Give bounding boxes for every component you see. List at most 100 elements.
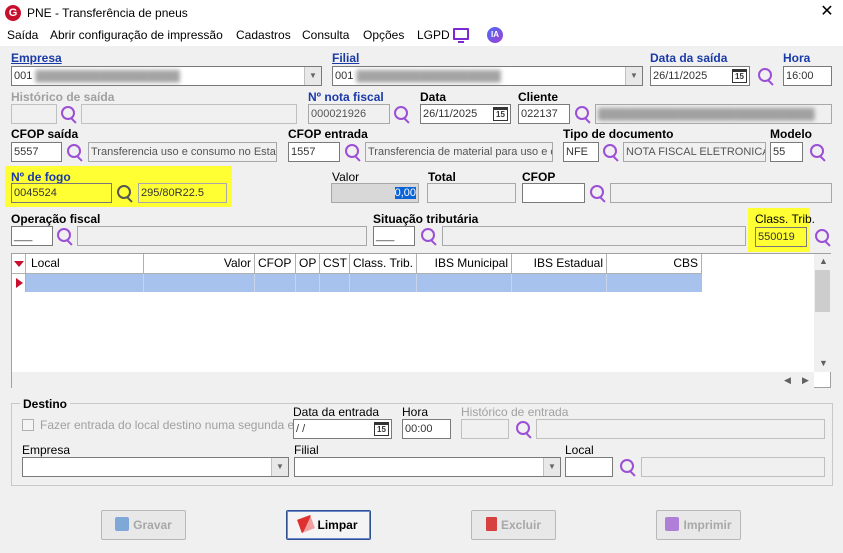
items-grid[interactable]: Local Valor CFOP OP CST Class. Trib. IBS…	[11, 253, 831, 388]
grid-cell[interactable]	[26, 274, 144, 292]
search-icon[interactable]	[602, 143, 620, 161]
grid-col-cfop[interactable]: CFOP	[255, 254, 296, 274]
segunda-etapa-checkbox[interactable]	[22, 419, 34, 431]
empresa-select[interactable]: 001 ▓▓▓▓▓▓▓▓▓▓▓▓▓▓▓▓▓▓ ▼	[11, 66, 322, 86]
cliente-code-field[interactable]: 022137	[518, 104, 570, 124]
grid-col-cbs[interactable]: CBS	[607, 254, 702, 274]
label-data-entrada: Data da entrada	[293, 405, 380, 419]
historico-saida-code[interactable]	[11, 104, 57, 124]
data-value: 26/11/2025	[423, 108, 478, 120]
nota-fiscal-field[interactable]: 000021926	[308, 104, 390, 124]
search-icon[interactable]	[344, 143, 362, 161]
data-entrada-field[interactable]: / / 15	[293, 419, 392, 439]
data-saida-field[interactable]: 26/11/2025 15	[650, 66, 750, 86]
grid-cell[interactable]	[144, 274, 255, 292]
limpar-button[interactable]: Limpar	[286, 510, 371, 540]
search-icon[interactable]	[515, 420, 533, 438]
grid-cell[interactable]	[320, 274, 350, 292]
menu-abrir-config-impressao[interactable]: Abrir configuração de impressão	[50, 28, 223, 42]
search-icon[interactable]	[66, 143, 84, 161]
valor-field[interactable]: 0,00	[331, 183, 419, 203]
class-trib-field[interactable]: 550019	[755, 227, 807, 247]
label-cfop-saida: CFOP saída	[11, 127, 79, 141]
search-icon[interactable]	[116, 184, 134, 202]
filial-select[interactable]: 001 ▓▓▓▓▓▓▓▓▓▓▓▓▓▓▓▓▓▓ ▼	[332, 66, 643, 86]
menu-saida[interactable]: Saída	[7, 28, 38, 42]
grid-cell[interactable]	[417, 274, 512, 292]
menu-cadastros[interactable]: Cadastros	[236, 28, 291, 42]
label-hora-entrada: Hora	[402, 405, 429, 419]
hora-field[interactable]: 16:00	[783, 66, 832, 86]
chevron-down-icon[interactable]: ▼	[271, 458, 288, 476]
search-icon[interactable]	[809, 143, 827, 161]
grid-col-ibs-estadual[interactable]: IBS Estadual	[512, 254, 607, 274]
data-field[interactable]: 26/11/2025 15	[420, 104, 511, 124]
situacao-tributaria-field[interactable]: ___	[373, 226, 415, 246]
scrollbar-thumb[interactable]	[815, 270, 830, 312]
grid-col-valor[interactable]: Valor	[144, 254, 255, 274]
grid-col-local[interactable]: Local	[26, 254, 144, 274]
menu-lgpd[interactable]: LGPD	[417, 28, 450, 42]
chevron-down-icon[interactable]: ▼	[304, 67, 321, 85]
menu-consulta[interactable]: Consulta	[302, 28, 349, 42]
empresa-destino-select[interactable]: ▼	[22, 457, 289, 477]
grid-col-op[interactable]: OP	[296, 254, 320, 274]
menu-bar: Saída Abrir configuração de impressão Ca…	[0, 26, 843, 46]
search-icon[interactable]	[420, 227, 438, 245]
search-icon[interactable]	[60, 105, 78, 123]
n-fogo-field[interactable]: 0045524	[11, 183, 112, 203]
chevron-down-icon[interactable]: ▼	[625, 67, 642, 85]
scroll-right-icon[interactable]: ▶	[802, 375, 809, 386]
table-row[interactable]	[12, 274, 702, 292]
search-icon[interactable]	[589, 184, 607, 202]
total-field	[427, 183, 516, 203]
chevron-down-icon[interactable]: ▼	[543, 458, 560, 476]
grid-cell[interactable]	[296, 274, 320, 292]
ia-assistant-icon[interactable]: IA	[487, 27, 503, 43]
grid-col-cst[interactable]: CST	[320, 254, 350, 274]
grid-col-class-trib[interactable]: Class. Trib.	[350, 254, 417, 274]
grid-horizontal-scrollbar[interactable]: ◀ ▶	[12, 372, 814, 388]
grid-cell[interactable]	[512, 274, 607, 292]
search-icon[interactable]	[393, 105, 411, 123]
cfop-entrada-field[interactable]: 1557	[288, 142, 340, 162]
filial-destino-select[interactable]: ▼	[294, 457, 561, 477]
scroll-left-icon[interactable]: ◀	[784, 375, 791, 386]
monitor-icon[interactable]	[453, 28, 469, 43]
gravar-button[interactable]: Gravar	[101, 510, 186, 540]
imprimir-button[interactable]: Imprimir	[656, 510, 741, 540]
grid-cell[interactable]	[255, 274, 296, 292]
label-hora: Hora	[783, 51, 811, 65]
search-icon[interactable]	[757, 67, 775, 85]
grid-header-indicator	[12, 254, 26, 274]
search-icon[interactable]	[56, 227, 74, 245]
tipo-documento-field[interactable]: NFE	[563, 142, 599, 162]
scroll-up-icon[interactable]: ▲	[819, 256, 828, 266]
cfop-saida-field[interactable]: 5557	[11, 142, 62, 162]
grid-col-ibs-municipal[interactable]: IBS Municipal	[417, 254, 512, 274]
hora-entrada-field[interactable]: 00:00	[402, 419, 451, 439]
historico-entrada-code[interactable]	[461, 419, 509, 439]
grid-cell[interactable]	[607, 274, 702, 292]
grid-cell[interactable]	[350, 274, 417, 292]
menu-opcoes[interactable]: Opções	[363, 28, 404, 42]
calendar-icon[interactable]: 15	[732, 69, 747, 83]
modelo-field[interactable]: 55	[770, 142, 803, 162]
search-icon[interactable]	[574, 105, 592, 123]
sort-arrow-icon[interactable]	[14, 261, 24, 267]
local-destino-field[interactable]	[565, 457, 613, 477]
calendar-icon[interactable]: 15	[493, 107, 508, 121]
close-window-button[interactable]: ✕	[818, 3, 836, 21]
cfop-field[interactable]	[522, 183, 585, 203]
search-icon[interactable]	[814, 228, 832, 246]
operacao-fiscal-field[interactable]: ___	[11, 226, 53, 246]
search-icon[interactable]	[619, 458, 637, 476]
scroll-down-icon[interactable]: ▼	[819, 358, 828, 368]
label-filial: Filial	[332, 51, 360, 65]
tipo-documento-desc: NOTA FISCAL ELETRONICA	[623, 142, 766, 162]
excluir-button[interactable]: Excluir	[471, 510, 556, 540]
historico-saida-desc	[81, 104, 297, 124]
grid-vertical-scrollbar[interactable]: ▲ ▼	[814, 254, 831, 372]
label-cfop: CFOP	[522, 170, 556, 184]
calendar-icon[interactable]: 15	[374, 422, 389, 436]
